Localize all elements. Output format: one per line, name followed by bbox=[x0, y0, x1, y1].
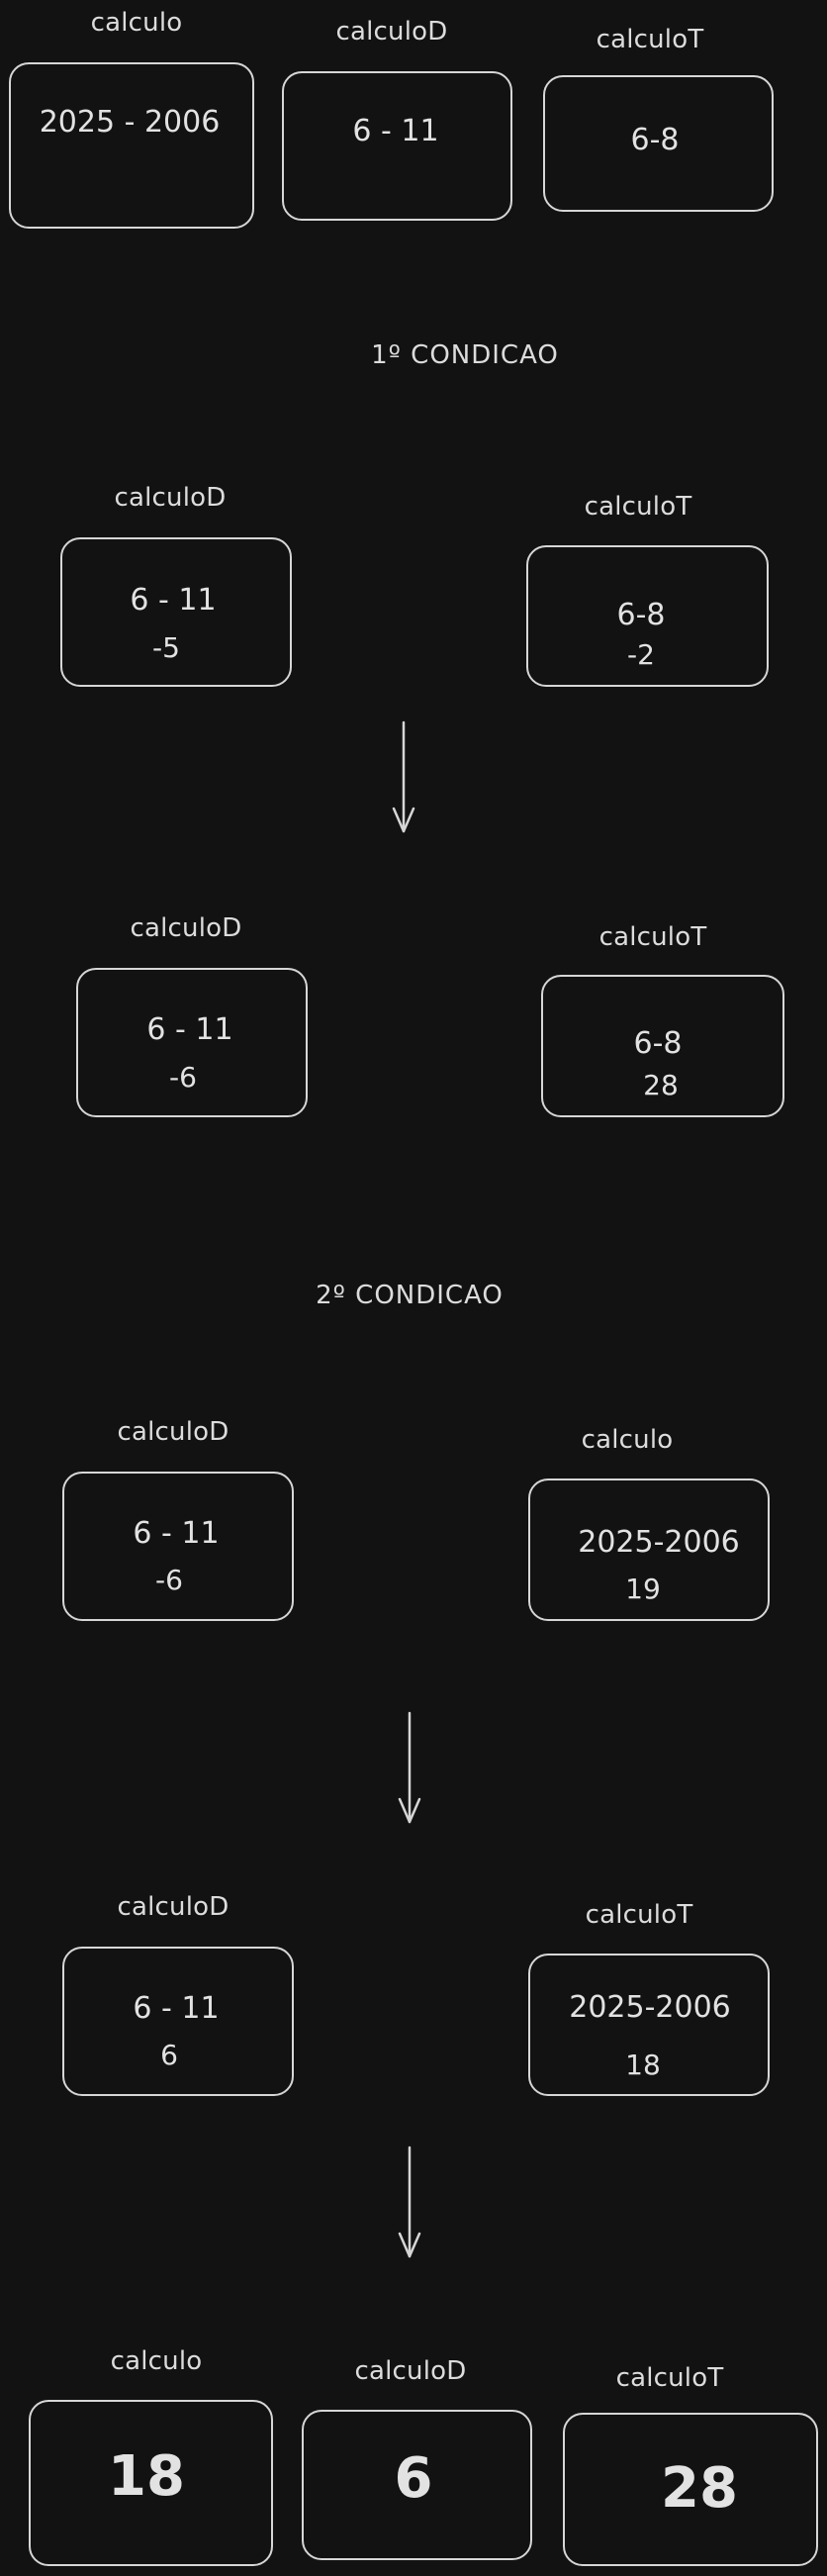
c1s2-calculoT-expr: 6-8 bbox=[633, 1026, 683, 1061]
c1s2-calculoD-expr: 6 - 11 bbox=[146, 1012, 233, 1047]
condition2-title: 2º CONDICAO bbox=[316, 1281, 504, 1310]
final-calculoD-label: calculoD bbox=[354, 2356, 467, 2386]
top-calculoT-expr: 6-8 bbox=[630, 123, 680, 157]
c2s2-calculoT-expr: 2025-2006 bbox=[569, 1990, 731, 2025]
c2s1-calculo-label: calculo bbox=[581, 1425, 674, 1455]
top-calculoD-label: calculoD bbox=[335, 17, 448, 47]
c2s2-calculoD-result: 6 bbox=[160, 2039, 178, 2071]
final-calculoT-label: calculoT bbox=[615, 2363, 724, 2393]
c1s2-calculoD-label: calculoD bbox=[130, 913, 242, 943]
c1s1-calculoT-result: -2 bbox=[627, 638, 655, 671]
c1-down-arrow bbox=[392, 720, 415, 833]
condition1-title: 1º CONDICAO bbox=[371, 340, 559, 370]
c2s1-calculoD-label: calculoD bbox=[117, 1417, 230, 1447]
c2s2-calculoD-expr: 6 - 11 bbox=[133, 1991, 220, 2026]
c2s2-calculoD-label: calculoD bbox=[117, 1892, 230, 1922]
c2-down-arrow-2 bbox=[398, 2146, 421, 2258]
c2s2-calculoT-result: 18 bbox=[625, 2049, 661, 2081]
c2s1-calculo-expr: 2025-2006 bbox=[578, 1525, 740, 1560]
final-calculoT-value: 28 bbox=[661, 2456, 738, 2521]
c2s2-calculoT-label: calculoT bbox=[585, 1900, 693, 1930]
final-calculo-label: calculo bbox=[110, 2346, 203, 2376]
c1s1-calculoD-result: -5 bbox=[152, 631, 180, 664]
c2s1-calculo-result: 19 bbox=[625, 1573, 661, 1605]
c2s1-calculoD-result: -6 bbox=[155, 1564, 183, 1596]
top-calculoD-expr: 6 - 11 bbox=[352, 114, 439, 148]
final-calculo-value: 18 bbox=[108, 2444, 185, 2509]
top-calculo-label: calculo bbox=[90, 8, 183, 38]
final-calculoD-value: 6 bbox=[394, 2446, 433, 2511]
c2s1-calculoD-expr: 6 - 11 bbox=[133, 1516, 220, 1551]
c1s1-calculoT-expr: 6-8 bbox=[616, 598, 666, 632]
c1s2-calculoT-result: 28 bbox=[643, 1069, 679, 1101]
c1s2-calculoD-result: -6 bbox=[169, 1061, 197, 1094]
top-calculo-box bbox=[9, 62, 254, 229]
top-calculo-expr: 2025 - 2006 bbox=[39, 105, 221, 140]
c1s1-calculoD-expr: 6 - 11 bbox=[130, 583, 217, 618]
top-calculoT-label: calculoT bbox=[596, 25, 704, 54]
c1s2-calculoT-label: calculoT bbox=[598, 922, 707, 952]
c1s1-calculoT-label: calculoT bbox=[584, 492, 692, 522]
c2-down-arrow-1 bbox=[398, 1711, 421, 1824]
c1s1-calculoD-label: calculoD bbox=[114, 483, 227, 513]
